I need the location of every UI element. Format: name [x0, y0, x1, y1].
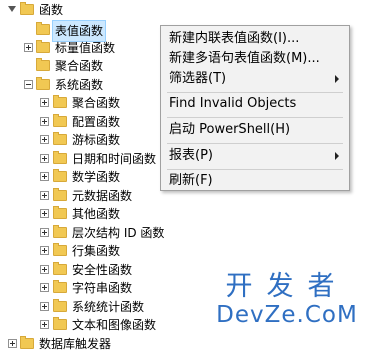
expand-plus-icon[interactable]	[40, 154, 49, 163]
menu-separator	[167, 117, 343, 118]
watermark-line1: 开发者	[225, 271, 349, 302]
folder-icon	[53, 188, 67, 201]
folder-icon	[36, 40, 50, 53]
folder-icon	[53, 299, 67, 312]
tree-node-label: 数据库触发器	[39, 337, 112, 351]
menu-item-label: 筛选器(T)	[169, 71, 227, 86]
folder-icon	[53, 225, 67, 238]
expand-plus-icon[interactable]	[40, 302, 49, 311]
watermark-line2: DevZe.CoM	[216, 302, 358, 328]
submenu-arrow-icon	[335, 152, 339, 160]
folder-icon	[36, 58, 50, 71]
tree-node-functions[interactable]: 函数	[0, 0, 160, 21]
folder-icon	[53, 151, 67, 164]
folder-icon	[53, 317, 67, 330]
folder-icon	[53, 132, 67, 145]
folder-icon	[53, 206, 67, 219]
menu-separator	[167, 92, 343, 93]
expand-plus-icon[interactable]	[8, 339, 17, 348]
menu-item-new-inline-table-function[interactable]: 新建内联表值函数(I)...	[169, 29, 299, 49]
menu-item-refresh[interactable]: 刷新(F)	[169, 171, 213, 191]
tree-node-label: 函数	[39, 3, 64, 17]
collapse-arrow-icon[interactable]	[8, 6, 16, 12]
folder-icon	[53, 262, 67, 275]
folder-icon	[36, 22, 50, 35]
folder-icon	[53, 280, 67, 293]
expand-plus-icon[interactable]	[40, 135, 49, 144]
menu-item-filter[interactable]: 筛选器(T)	[169, 69, 343, 89]
expand-plus-icon[interactable]	[40, 283, 49, 292]
menu-separator	[167, 169, 343, 170]
folder-icon	[20, 2, 34, 15]
collapse-minus-icon[interactable]	[24, 80, 33, 89]
expand-plus-icon[interactable]	[40, 320, 49, 329]
expand-plus-icon[interactable]	[40, 209, 49, 218]
menu-item-start-powershell[interactable]: 启动 PowerShell(H)	[169, 120, 290, 140]
menu-item-find-invalid-objects[interactable]: Find Invalid Objects	[169, 94, 296, 114]
menu-item-new-multi-statement-table-function[interactable]: 新建多语句表值函数(M)...	[169, 49, 320, 69]
folder-icon	[53, 169, 67, 182]
watermark: 开发者 DevZe.CoM	[212, 271, 362, 329]
expand-plus-icon[interactable]	[40, 172, 49, 181]
expand-plus-icon[interactable]	[40, 117, 49, 126]
folder-icon	[36, 77, 50, 90]
tree-node-database-triggers[interactable]: 数据库触发器	[0, 333, 200, 355]
menu-item-label: 报表(P)	[169, 148, 213, 163]
expand-plus-icon[interactable]	[40, 246, 49, 255]
submenu-arrow-icon	[335, 75, 339, 83]
menu-item-reports[interactable]: 报表(P)	[169, 146, 343, 166]
context-menu: 新建内联表值函数(I)... 新建多语句表值函数(M)... 筛选器(T) Fi…	[160, 25, 350, 191]
expand-plus-icon[interactable]	[40, 98, 49, 107]
folder-icon	[53, 243, 67, 256]
folder-icon	[53, 114, 67, 127]
expand-plus-icon[interactable]	[40, 191, 49, 200]
expand-plus-icon[interactable]	[24, 43, 33, 52]
menu-separator	[167, 143, 343, 144]
expand-plus-icon[interactable]	[40, 228, 49, 237]
folder-icon	[20, 336, 34, 349]
expand-plus-icon[interactable]	[40, 265, 49, 274]
folder-icon	[53, 95, 67, 108]
